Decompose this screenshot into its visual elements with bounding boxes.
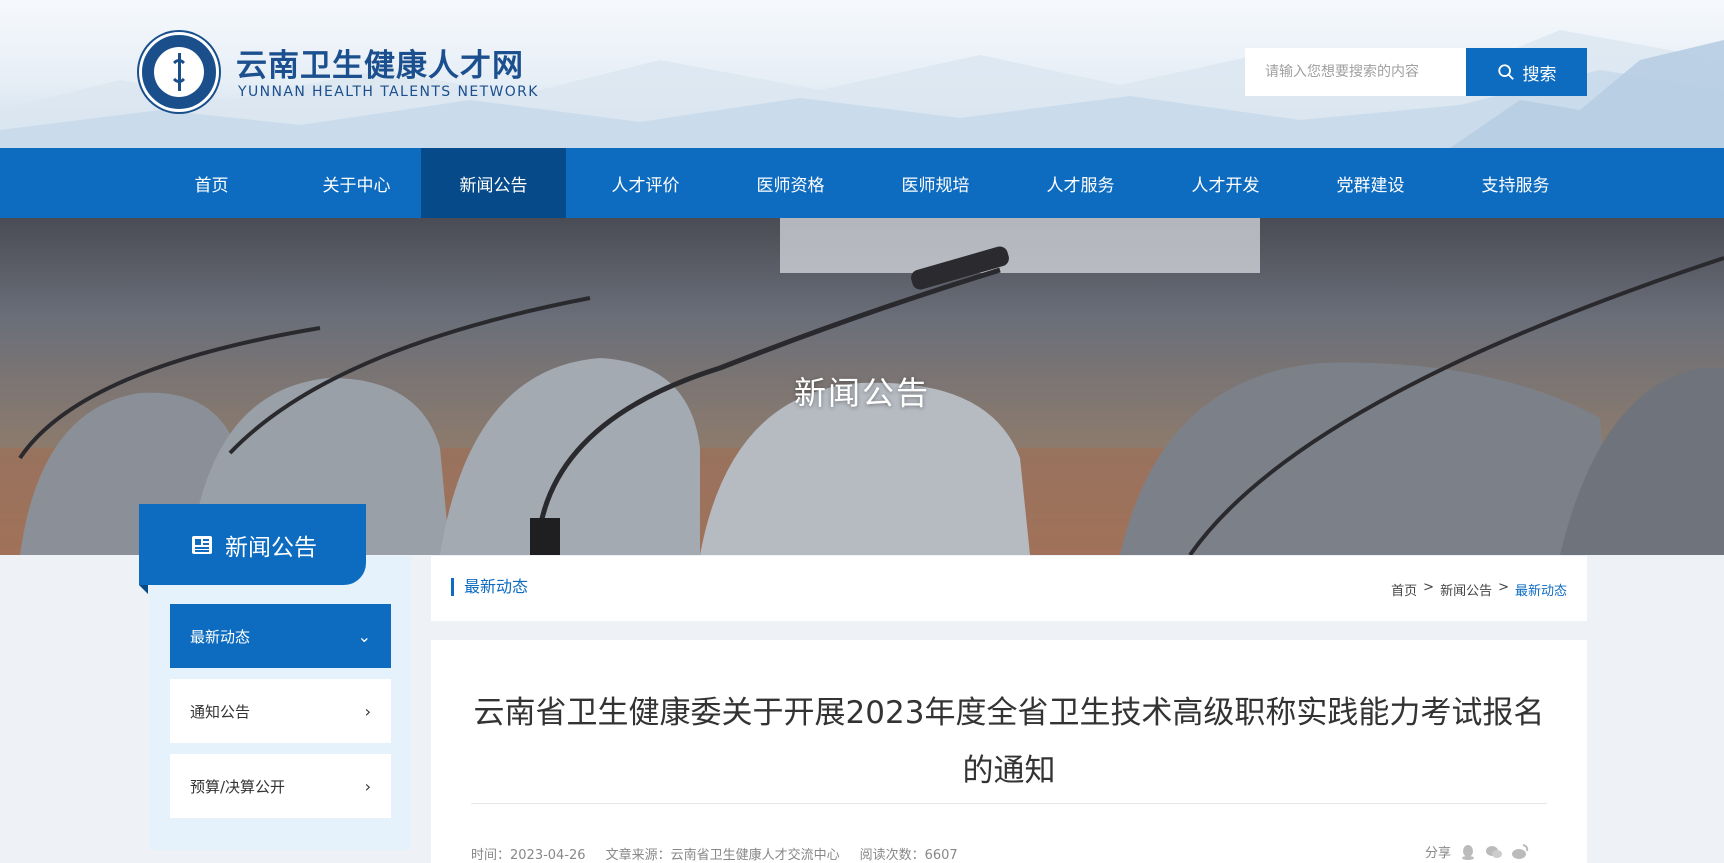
- article-views: 阅读次数：6607: [859, 848, 958, 863]
- nav-item-about[interactable]: 关于中心: [284, 148, 429, 218]
- sidebar-item-budget-disclosure[interactable]: 预算/决算公开 ›: [170, 754, 391, 818]
- article-panel: 云南省卫生健康委关于开展2023年度全省卫生技术高级职称实践能力考试报名的通知 …: [431, 640, 1587, 863]
- weibo-icon[interactable]: [1511, 843, 1529, 861]
- article-meta: 时间：2023-04-26 文章来源：云南省卫生健康人才交流中心 阅读次数：66…: [471, 844, 958, 863]
- nav-item-talent-service[interactable]: 人才服务: [1008, 148, 1153, 218]
- nav-item-news[interactable]: 新闻公告: [421, 148, 566, 218]
- share-bar: 分享: [1425, 842, 1529, 861]
- nav-item-physician-qualification[interactable]: 医师资格: [718, 148, 863, 218]
- nav-item-talent-development[interactable]: 人才开发: [1153, 148, 1298, 218]
- logo-emblem-icon[interactable]: [139, 32, 219, 112]
- nav-item-home[interactable]: 首页: [139, 148, 284, 218]
- search-icon: [1497, 64, 1514, 80]
- article-title: 云南省卫生健康委关于开展2023年度全省卫生技术高级职称实践能力考试报名的通知: [473, 695, 1545, 789]
- sidebar-item-latest-news[interactable]: 最新动态 ⌄: [170, 604, 391, 668]
- site-subtitle: YUNNAN HEALTH TALENTS NETWORK: [238, 84, 539, 100]
- sidebar-item-label: 最新动态: [190, 627, 251, 646]
- banner-title: 新闻公告: [793, 374, 930, 412]
- sidebar-heading: 新闻公告: [139, 504, 366, 594]
- article-source: 文章来源：云南省卫生健康人才交流中心: [605, 848, 840, 863]
- sidebar-item-label: 预算/决算公开: [190, 777, 286, 796]
- article-divider: [471, 803, 1547, 804]
- breadcrumb-news-link[interactable]: 新闻公告: [1440, 580, 1492, 599]
- site-header: 云南卫生健康人才网 YUNNAN HEALTH TALENTS NETWORK …: [0, 0, 1724, 148]
- wechat-icon[interactable]: [1485, 843, 1503, 861]
- sidebar-item-notices[interactable]: 通知公告 ›: [170, 679, 391, 743]
- nav-item-residency-training[interactable]: 医师规培: [863, 148, 1008, 218]
- breadcrumb: 首页 > 新闻公告 > 最新动态: [1391, 580, 1567, 599]
- chevron-right-icon: ›: [364, 776, 371, 796]
- nav-item-support-service[interactable]: 支持服务: [1443, 148, 1588, 218]
- search-input[interactable]: [1245, 48, 1466, 96]
- nav-item-talent-evaluation[interactable]: 人才评价: [573, 148, 718, 218]
- article-date: 时间：2023-04-26: [471, 848, 586, 863]
- chevron-right-icon: ›: [364, 701, 371, 721]
- sidebar-item-label: 通知公告: [190, 702, 251, 721]
- breadcrumb-home-link[interactable]: 首页: [1391, 580, 1417, 599]
- nav-item-party-building[interactable]: 党群建设: [1298, 148, 1443, 218]
- breadcrumb-bar: 最新动态 首页 > 新闻公告 > 最新动态: [431, 556, 1587, 621]
- breadcrumb-current[interactable]: 最新动态: [1515, 580, 1567, 599]
- sidebar-heading-label: 新闻公告: [225, 534, 317, 561]
- site-title[interactable]: 云南卫生健康人才网: [236, 40, 524, 85]
- qq-icon[interactable]: [1459, 843, 1477, 861]
- main-nav: 首页 关于中心 新闻公告 人才评价 医师资格 医师规培 人才服务 人才开发 党群…: [0, 148, 1724, 218]
- breadcrumb-separator: >: [1423, 580, 1435, 595]
- newspaper-icon: [192, 535, 212, 554]
- breadcrumb-separator: >: [1498, 580, 1509, 595]
- section-title: 最新动态: [451, 578, 528, 596]
- search-button[interactable]: 搜索: [1466, 48, 1587, 96]
- share-label: 分享: [1424, 846, 1451, 861]
- search-button-label: 搜索: [1522, 64, 1557, 84]
- chevron-down-icon: ⌄: [357, 626, 371, 646]
